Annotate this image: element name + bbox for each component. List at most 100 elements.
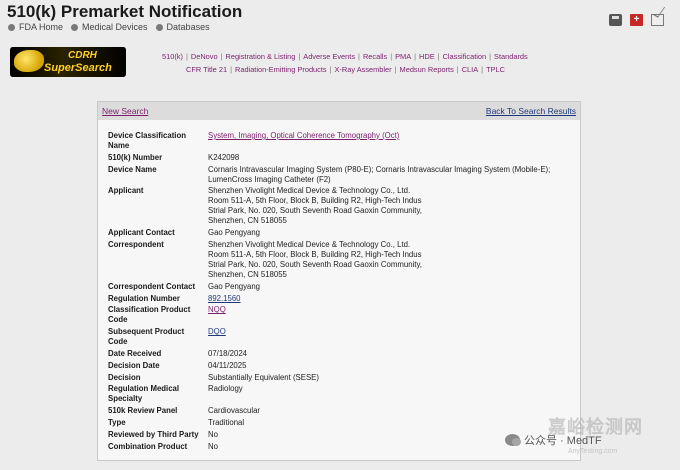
detail-value: Shenzhen Vivolight Medical Device & Tech… [208,240,568,282]
detail-value-link[interactable]: DQO [208,327,226,336]
detail-label: Subsequent Product Code [108,327,185,347]
breadcrumb: FDA Home Medical Devices Databases [8,22,210,32]
detail-value: Cardiovascular [208,406,261,416]
nav-link-hde[interactable]: HDE [419,52,435,61]
breadcrumb-fda-home[interactable]: FDA Home [8,22,63,32]
nav-separator: | [456,65,459,74]
nav-link-pma[interactable]: PMA [395,52,411,61]
nav-separator: | [298,52,301,61]
address-line: Strial Park, No. 020, South Seventh Road… [208,259,422,269]
nav-row-2: CFR Title 21 | Radiation-Emitting Products… [162,63,528,76]
detail-label: Device Classification Name [108,131,187,150]
detail-row: Decision Substantially Equivalent (SESE) [108,373,568,385]
detail-row: Subsequent Product Code DQO [108,327,568,349]
back-to-results-link[interactable]: Back To Search Results [486,106,576,116]
detail-value: Gao Pengyang [208,281,261,291]
detail-label: Date Received [108,348,162,358]
detail-value: 04/11/2025 [208,360,247,370]
cdrh-supersearch-logo[interactable]: CDRH SuperSearch [10,47,126,77]
detail-label: Classification Product Code [108,305,191,325]
page-title: 510(k) Premarket Notification [7,2,243,21]
record-panel: New Search Back To Search Results Device… [97,101,581,461]
detail-label: Decision Date [108,360,160,370]
detail-value: Substantially Equivalent (SESE) [208,372,319,382]
nav-separator: | [230,65,232,74]
address-line: Room 511-A, 5th Floor, Block B, Building… [208,196,422,206]
new-search-link[interactable]: New Search [102,106,148,116]
detail-row: 510k Review Panel Cardiovascular [108,406,568,418]
detail-value: K242098 [208,152,240,162]
site-watermark: 嘉峪检测网 [548,417,643,437]
nav-link-medsun-reports[interactable]: Medsun Reports [400,65,454,74]
detail-row: Device Classification Name System, Imagin… [108,131,568,153]
address-line: Room 511-A, 5th Floor, Block B, Building… [208,249,422,259]
detail-value: NQQ [208,305,568,327]
nav-separator: | [185,52,188,61]
email-icon[interactable] [651,14,664,26]
database-nav: 510(k) | DeNovo | Registration & Listing | Adv… [162,50,528,76]
address-line: Shenzhen Vivolight Medical Device & Tech… [208,239,411,249]
nav-separator: | [329,65,332,74]
panel-header: New Search Back To Search Results [98,102,580,120]
nav-link-classification[interactable]: Classification [443,52,487,61]
detail-value: Gao Pengyang [208,228,261,238]
detail-row: Correspondent Shenzhen Vivolight Medical … [108,240,568,282]
nav-link-radiation-emitting-products[interactable]: Radiation-Emitting Products [235,65,327,74]
detail-value-link[interactable]: System, Imaging, Optical Coherence Tomog… [208,131,399,140]
detail-row: Correspondent Contact Gao Pengyang [108,282,568,294]
detail-value: System, Imaging, Optical Coherence Tomog… [208,131,568,153]
nav-link-recalls[interactable]: Recalls [363,52,387,61]
detail-label: 510k Review Panel [108,406,178,416]
detail-value: Shenzhen Vivolight Medical Device & Tech… [208,186,568,228]
detail-label: Applicant Contact [108,228,175,238]
nav-link-adverse-events[interactable]: Adverse Events [303,52,355,61]
bullet-icon [155,23,163,31]
nav-separator: | [414,52,417,61]
breadcrumb-databases[interactable]: Databases [155,22,210,32]
nav-link-standards[interactable]: Standards [494,52,528,61]
detail-row: Type Traditional [108,418,568,430]
nav-link-denovo[interactable]: DeNovo [191,52,218,61]
nav-link-tplc[interactable]: TPLC [486,65,505,74]
detail-row: Applicant Contact Gao Pengyang [108,228,568,240]
detail-value: Radiology [208,384,243,394]
detail-row: Applicant Shenzhen Vivolight Medical Devi… [108,186,568,228]
nav-separator: | [489,52,492,61]
nav-separator: | [394,65,397,74]
nav-link-cfr-title-21[interactable]: CFR Title 21 [186,65,227,74]
detail-row: Date Received 07/18/2024 [108,349,568,361]
plus-icon[interactable]: + [630,14,643,26]
printer-icon[interactable] [609,14,622,26]
site-watermark-sub: AnyTesting.com [568,448,618,455]
detail-label: Reviewed by Third Party [108,429,199,439]
detail-label: Combination Product [108,441,188,451]
page-tools: + [609,14,664,26]
nav-separator: | [390,52,393,61]
detail-value: 892.1560 [208,294,568,306]
detail-row: Decision Date 04/11/2025 [108,361,568,373]
detail-row: 510(k) Number K242098 [108,153,568,165]
detail-value-link[interactable]: NQQ [208,305,226,314]
detail-label: Type [108,417,126,427]
nav-separator: | [220,52,223,61]
nav-separator: | [358,52,360,61]
detail-value: 07/18/2024 [208,348,248,358]
nav-link-510-k[interactable]: 510(k) [162,52,183,61]
detail-value: Traditional [208,417,245,427]
device-details-table: Device Classification Name System, Imagin… [108,131,568,453]
detail-value-link[interactable]: 892.1560 [208,294,241,303]
detail-row: Combination Product No [108,442,568,454]
nav-link-x-ray-assembler[interactable]: X-Ray Assembler [335,65,392,74]
detail-value: Cornaris Intravascular Imaging System (P… [208,164,551,184]
breadcrumb-medical-devices[interactable]: Medical Devices [71,22,148,32]
bullet-icon [71,23,79,31]
nav-row-1: 510(k) | DeNovo | Registration & Listing | Adv… [162,50,528,63]
bullet-icon [8,23,15,31]
nav-link-registration-listing[interactable]: Registration & Listing [226,52,296,61]
nav-link-clia[interactable]: CLIA [462,65,478,74]
detail-row: Regulation Medical Specialty Radiology [108,384,568,406]
detail-label: 510(k) Number [108,152,163,162]
address-line: Shenzhen Vivolight Medical Device & Tech… [208,186,411,196]
detail-label: Correspondent Contact [108,281,196,291]
detail-label: Applicant [108,186,144,196]
